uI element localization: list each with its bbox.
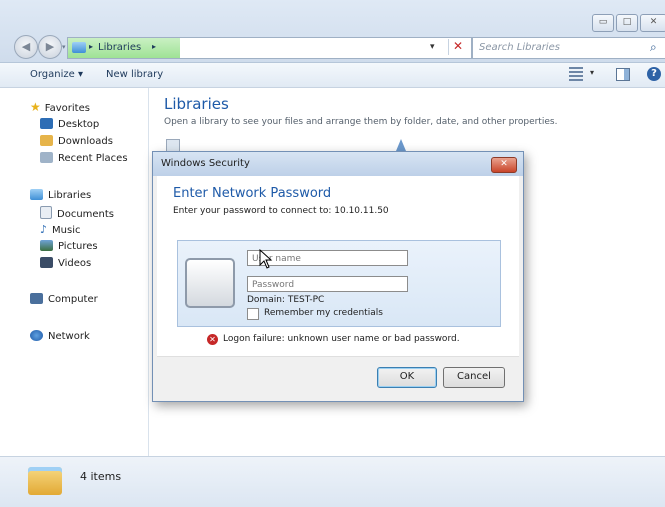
windows-security-dialog: Windows Security ✕ Enter Network Passwor… xyxy=(152,151,524,402)
nav-downloads[interactable]: Downloads xyxy=(40,135,113,147)
item-count: 4 items xyxy=(80,470,122,483)
dialog-title: Windows Security xyxy=(161,158,250,169)
forward-button[interactable]: ▶ xyxy=(38,35,62,59)
navigation-pane: ★ Favorites Desktop Downloads Recent Plac… xyxy=(0,88,149,456)
views-icon[interactable] xyxy=(569,67,583,81)
libraries-icon xyxy=(30,189,43,200)
recent-places-icon xyxy=(40,152,53,163)
nav-recent-places[interactable]: Recent Places xyxy=(40,152,128,164)
nav-libraries-label: Libraries xyxy=(48,190,92,201)
nav-pictures-label: Pictures xyxy=(58,241,98,252)
breadcrumb-chevron-icon[interactable]: ▸ xyxy=(152,42,156,51)
dialog-body: Enter Network Password Enter your passwo… xyxy=(157,176,519,398)
dialog-heading: Enter Network Password xyxy=(173,186,332,201)
ok-button[interactable]: OK xyxy=(377,367,437,388)
desktop-icon xyxy=(40,118,53,129)
forward-arrow-icon: ▶ xyxy=(45,40,55,53)
domain-label: Domain: TEST-PC xyxy=(247,295,325,305)
help-icon[interactable]: ? xyxy=(647,67,661,81)
nav-pictures[interactable]: Pictures xyxy=(40,240,98,252)
views-dropdown-icon[interactable]: ▾ xyxy=(590,68,594,77)
documents-icon xyxy=(40,206,52,219)
libraries-folder-icon xyxy=(72,42,86,53)
address-bar[interactable]: ▸ Libraries ▸ ▾ ✕ xyxy=(67,37,472,59)
nav-computer[interactable]: Computer xyxy=(30,293,98,305)
music-library-icon[interactable] xyxy=(396,139,406,151)
nav-music[interactable]: ♪ Music xyxy=(40,223,80,236)
dialog-subtitle: Enter your password to connect to: 10.10… xyxy=(173,206,389,216)
nav-recent-places-label: Recent Places xyxy=(58,153,128,164)
remember-label: Remember my credentials xyxy=(264,308,383,318)
computer-icon xyxy=(30,293,43,304)
remember-checkbox[interactable] xyxy=(247,308,259,320)
error-message: Logon failure: unknown user name or bad … xyxy=(223,334,460,344)
music-icon: ♪ xyxy=(40,223,48,236)
error-icon: ✕ xyxy=(207,334,218,345)
pictures-icon xyxy=(40,240,53,251)
nav-network-label: Network xyxy=(48,331,90,342)
command-bar: Organize ▾ New library ▾ ? xyxy=(0,63,665,88)
nav-downloads-label: Downloads xyxy=(58,136,113,147)
breadcrumb-libraries[interactable]: Libraries xyxy=(98,42,141,53)
close-icon: ✕ xyxy=(500,159,508,169)
new-library-button[interactable]: New library xyxy=(106,69,163,80)
close-window-button[interactable]: ✕ xyxy=(640,14,665,32)
back-arrow-icon: ◀ xyxy=(21,40,31,53)
nav-music-label: Music xyxy=(52,225,81,236)
back-button[interactable]: ◀ xyxy=(14,35,38,59)
page-description: Open a library to see your files and arr… xyxy=(164,117,558,127)
nav-favorites[interactable]: ★ Favorites xyxy=(30,100,90,114)
search-icon[interactable]: ⌕ xyxy=(650,40,657,55)
nav-network[interactable]: Network xyxy=(30,330,90,342)
videos-icon xyxy=(40,257,53,268)
address-dropdown-icon[interactable]: ▾ xyxy=(430,42,435,52)
nav-libraries[interactable]: Libraries xyxy=(30,189,91,201)
breadcrumb-separator-icon: ▸ xyxy=(89,42,94,51)
libraries-large-icon xyxy=(28,467,62,495)
nav-desktop-label: Desktop xyxy=(58,119,100,130)
nav-videos-label: Videos xyxy=(58,258,92,269)
star-icon: ★ xyxy=(30,100,41,114)
status-bar: 4 items xyxy=(0,456,665,507)
minimize-button[interactable]: ▭ xyxy=(592,14,614,32)
preview-pane-icon[interactable] xyxy=(616,68,630,81)
dialog-footer: OK Cancel xyxy=(157,356,519,398)
recent-pages-chevron-icon[interactable]: ▾ xyxy=(62,43,66,51)
search-box[interactable]: Search Libraries ⌕ xyxy=(472,37,665,59)
network-icon xyxy=(30,330,43,341)
dialog-titlebar[interactable]: Windows Security ✕ xyxy=(153,152,523,176)
search-input[interactable]: Search Libraries xyxy=(479,42,560,53)
credential-tile[interactable]: User name Password Domain: TEST-PC Remem… xyxy=(177,240,501,327)
mouse-pointer-icon xyxy=(259,249,273,269)
nav-computer-label: Computer xyxy=(48,294,98,305)
maximize-button[interactable]: □ xyxy=(616,14,638,32)
dialog-close-button[interactable]: ✕ xyxy=(491,157,517,173)
organize-button[interactable]: Organize ▾ xyxy=(30,69,83,80)
nav-documents[interactable]: Documents xyxy=(40,206,114,220)
nav-videos[interactable]: Videos xyxy=(40,257,91,269)
stop-icon[interactable]: ✕ xyxy=(448,39,467,55)
cancel-button[interactable]: Cancel xyxy=(443,367,505,388)
downloads-icon xyxy=(40,135,53,146)
nav-desktop[interactable]: Desktop xyxy=(40,118,99,130)
password-field[interactable]: Password xyxy=(247,276,408,292)
user-tile-icon xyxy=(185,258,235,308)
page-title: Libraries xyxy=(164,95,229,113)
nav-favorites-label: Favorites xyxy=(44,103,90,114)
nav-documents-label: Documents xyxy=(57,209,115,220)
